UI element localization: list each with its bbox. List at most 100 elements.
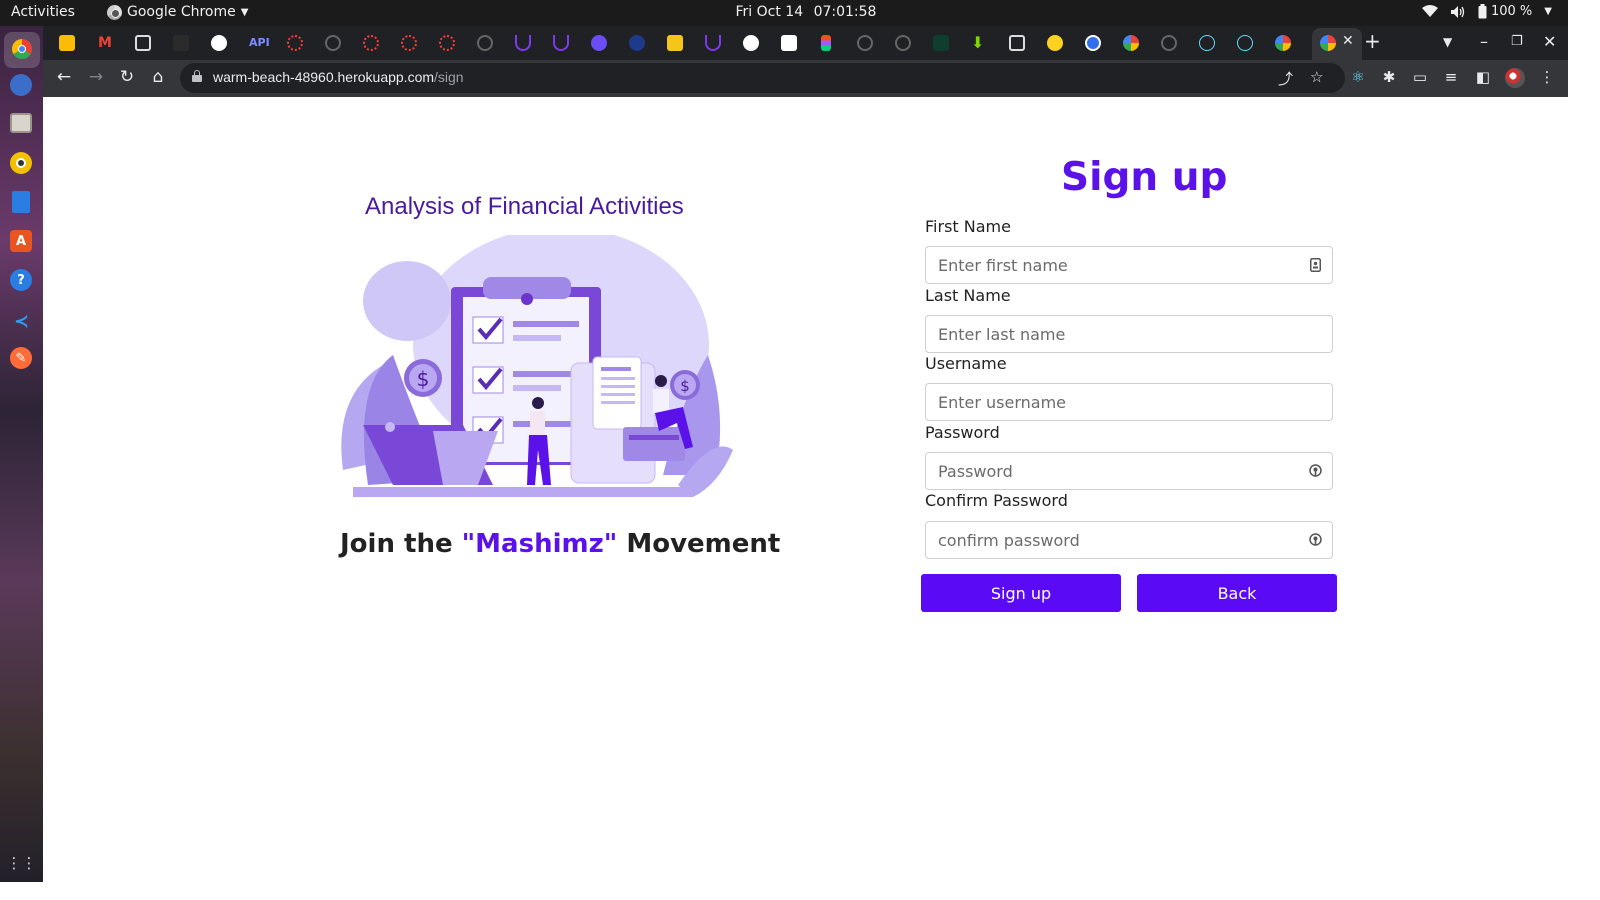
tab-favicon-red-ring-icon[interactable] bbox=[401, 35, 417, 51]
volume-icon bbox=[1450, 5, 1465, 18]
page-content: Analysis of Financial Activities $ $ Joi… bbox=[43, 97, 1568, 882]
confirm-password-input[interactable] bbox=[925, 521, 1333, 559]
svg-text:$: $ bbox=[680, 377, 690, 395]
active-tab[interactable]: F ✕ bbox=[1312, 28, 1362, 60]
chrome-dock-icon[interactable] bbox=[8, 35, 35, 62]
address-bar[interactable]: warm-beach-48960.herokuapp.com/sign ⤴ ☆ bbox=[180, 63, 1345, 93]
tab-favicon-github-icon[interactable] bbox=[857, 35, 873, 51]
first-name-label: First Name bbox=[925, 217, 1011, 236]
tab-favicon-react-icon[interactable] bbox=[1237, 35, 1253, 51]
signup-button[interactable]: Sign up bbox=[921, 574, 1121, 612]
tab-favicon-box-icon[interactable] bbox=[667, 35, 683, 51]
signup-title: Sign up bbox=[1061, 155, 1228, 200]
window-close-icon[interactable]: ✕ bbox=[1543, 32, 1556, 51]
extensions-puzzle-icon[interactable]: ✱ bbox=[1378, 68, 1400, 86]
tab-favicon-udemy-icon[interactable] bbox=[553, 35, 569, 51]
new-tab-button[interactable]: + bbox=[1364, 29, 1381, 53]
wifi-icon bbox=[1421, 5, 1438, 17]
clock[interactable]: Fri Oct 14 07:01:58 bbox=[0, 4, 1600, 20]
system-top-bar: Activities Google Chrome ▼ Fri Oct 14 07… bbox=[0, 0, 1568, 26]
tab-favicon-udemy-icon[interactable] bbox=[515, 35, 531, 51]
tab-favicon-globe-icon[interactable] bbox=[211, 35, 227, 51]
forward-arrow-icon[interactable]: → bbox=[85, 67, 107, 87]
react-devtools-icon[interactable]: ⚛ bbox=[1347, 68, 1369, 86]
battery-percent: 100 % bbox=[1490, 4, 1533, 19]
tab-favicon-b-icon[interactable] bbox=[933, 35, 949, 51]
chrome-menu-icon[interactable]: ⋮ bbox=[1536, 68, 1558, 86]
movement-tagline: Join the "Mashimz" Movement bbox=[340, 529, 780, 559]
tab-favicon-github-icon[interactable] bbox=[325, 35, 341, 51]
username-input[interactable] bbox=[925, 383, 1333, 421]
side-panel-icon[interactable]: ◧ bbox=[1472, 68, 1494, 86]
minimize-icon[interactable]: – bbox=[1480, 32, 1488, 51]
back-button[interactable]: Back bbox=[1137, 574, 1337, 612]
lock-icon[interactable] bbox=[192, 70, 202, 82]
thunderbird-dock-icon[interactable] bbox=[10, 74, 32, 96]
last-name-input[interactable] bbox=[925, 315, 1333, 353]
tab-favicon-google-icon[interactable] bbox=[1275, 35, 1291, 51]
tab-favicon-c-icon[interactable] bbox=[1085, 35, 1101, 51]
help-dock-icon[interactable]: ? bbox=[10, 269, 32, 291]
cast-icon[interactable]: ▭ bbox=[1409, 68, 1431, 86]
show-apps-icon[interactable]: ⋮⋮ bbox=[7, 849, 37, 876]
tab-close-icon[interactable]: ✕ bbox=[1342, 33, 1354, 49]
tab-favicon-react-icon[interactable] bbox=[1199, 35, 1215, 51]
tab-favicon-red-ring-icon[interactable] bbox=[287, 35, 303, 51]
password-key-icon[interactable] bbox=[1308, 464, 1322, 478]
back-arrow-icon[interactable]: ← bbox=[53, 67, 75, 87]
tab-favicon-blue-hex-icon[interactable] bbox=[629, 35, 645, 51]
rhythmbox-dock-icon[interactable] bbox=[10, 152, 32, 174]
tab-favicon-download-icon[interactable]: ⬇ bbox=[971, 35, 987, 51]
dock: A ? ≺ ✎ ⋮⋮ bbox=[0, 26, 43, 882]
confirm-password-key-icon[interactable] bbox=[1308, 533, 1322, 547]
address-url[interactable]: warm-beach-48960.herokuapp.com/sign bbox=[213, 69, 464, 85]
tab-favicon-github-icon[interactable] bbox=[895, 35, 911, 51]
tab-favicon-api-icon[interactable]: API bbox=[249, 35, 273, 51]
tab-search-icon[interactable]: ▼ bbox=[1443, 35, 1452, 49]
software-dock-icon[interactable]: A bbox=[10, 230, 32, 252]
files-dock-icon[interactable] bbox=[10, 113, 32, 133]
tab-favicon-codepen-icon[interactable] bbox=[781, 35, 797, 51]
first-name-input[interactable] bbox=[925, 246, 1333, 284]
tray-caret-icon: ▼ bbox=[1544, 6, 1552, 17]
password-input[interactable] bbox=[925, 452, 1333, 490]
tab-favicon-figma-icon[interactable] bbox=[821, 35, 831, 51]
browser-toolbar: ← → ↻ ⌂ warm-beach-48960.herokuapp.com/s… bbox=[43, 60, 1568, 97]
bookmark-star-icon[interactable]: ☆ bbox=[1310, 68, 1323, 86]
tab-favicon-e-icon[interactable] bbox=[1047, 35, 1063, 51]
reload-icon[interactable]: ↻ bbox=[116, 67, 138, 87]
username-label: Username bbox=[925, 354, 1007, 373]
tagline-prefix: Join the bbox=[340, 529, 462, 559]
postman-dock-icon[interactable]: ✎ bbox=[10, 347, 32, 369]
vscode-dock-icon[interactable]: ≺ bbox=[8, 308, 35, 335]
battery-icon bbox=[1478, 4, 1487, 19]
tab-favicon-google-icon[interactable] bbox=[1123, 35, 1139, 51]
svg-text:$: $ bbox=[417, 367, 430, 391]
tab-favicon-hex-icon[interactable] bbox=[591, 35, 607, 51]
tab-favicon-keep-icon[interactable] bbox=[59, 35, 75, 51]
tab-favicon-board-icon[interactable] bbox=[135, 35, 151, 51]
tab-strip: M API ⬇ F ✕ + ▼ – ❐ ✕ bbox=[43, 26, 1568, 60]
system-tray[interactable]: 100 % ▼ bbox=[1421, 4, 1552, 19]
tab-favicon-gmail-icon[interactable]: M bbox=[97, 35, 113, 51]
clock-time: 07:01:58 bbox=[813, 4, 877, 20]
writer-dock-icon[interactable] bbox=[12, 191, 30, 213]
confirm-password-label: Confirm Password bbox=[925, 491, 1068, 510]
tab-favicon-board-icon[interactable] bbox=[1009, 35, 1025, 51]
active-tab-favicon-icon bbox=[1320, 35, 1336, 51]
tab-favicon-github-icon[interactable] bbox=[1161, 35, 1177, 51]
restore-icon[interactable]: ❐ bbox=[1511, 34, 1523, 49]
reading-list-icon[interactable]: ≡ bbox=[1440, 68, 1462, 86]
tab-favicon-github-icon[interactable] bbox=[477, 35, 493, 51]
profile-avatar[interactable] bbox=[1505, 68, 1525, 88]
tab-favicon-red-ring-icon[interactable] bbox=[439, 35, 455, 51]
tab-favicon-udemy-icon[interactable] bbox=[705, 35, 721, 51]
share-icon[interactable]: ⤴ bbox=[1278, 68, 1293, 89]
tab-favicon-dark-icon[interactable] bbox=[173, 35, 189, 51]
tab-favicon-globe-icon[interactable] bbox=[743, 35, 759, 51]
home-icon[interactable]: ⌂ bbox=[147, 67, 169, 87]
password-label: Password bbox=[925, 423, 1000, 442]
hero-title: Analysis of Financial Activities bbox=[365, 193, 684, 220]
contact-card-icon[interactable] bbox=[1308, 258, 1322, 272]
tab-favicon-red-ring-icon[interactable] bbox=[363, 35, 379, 51]
